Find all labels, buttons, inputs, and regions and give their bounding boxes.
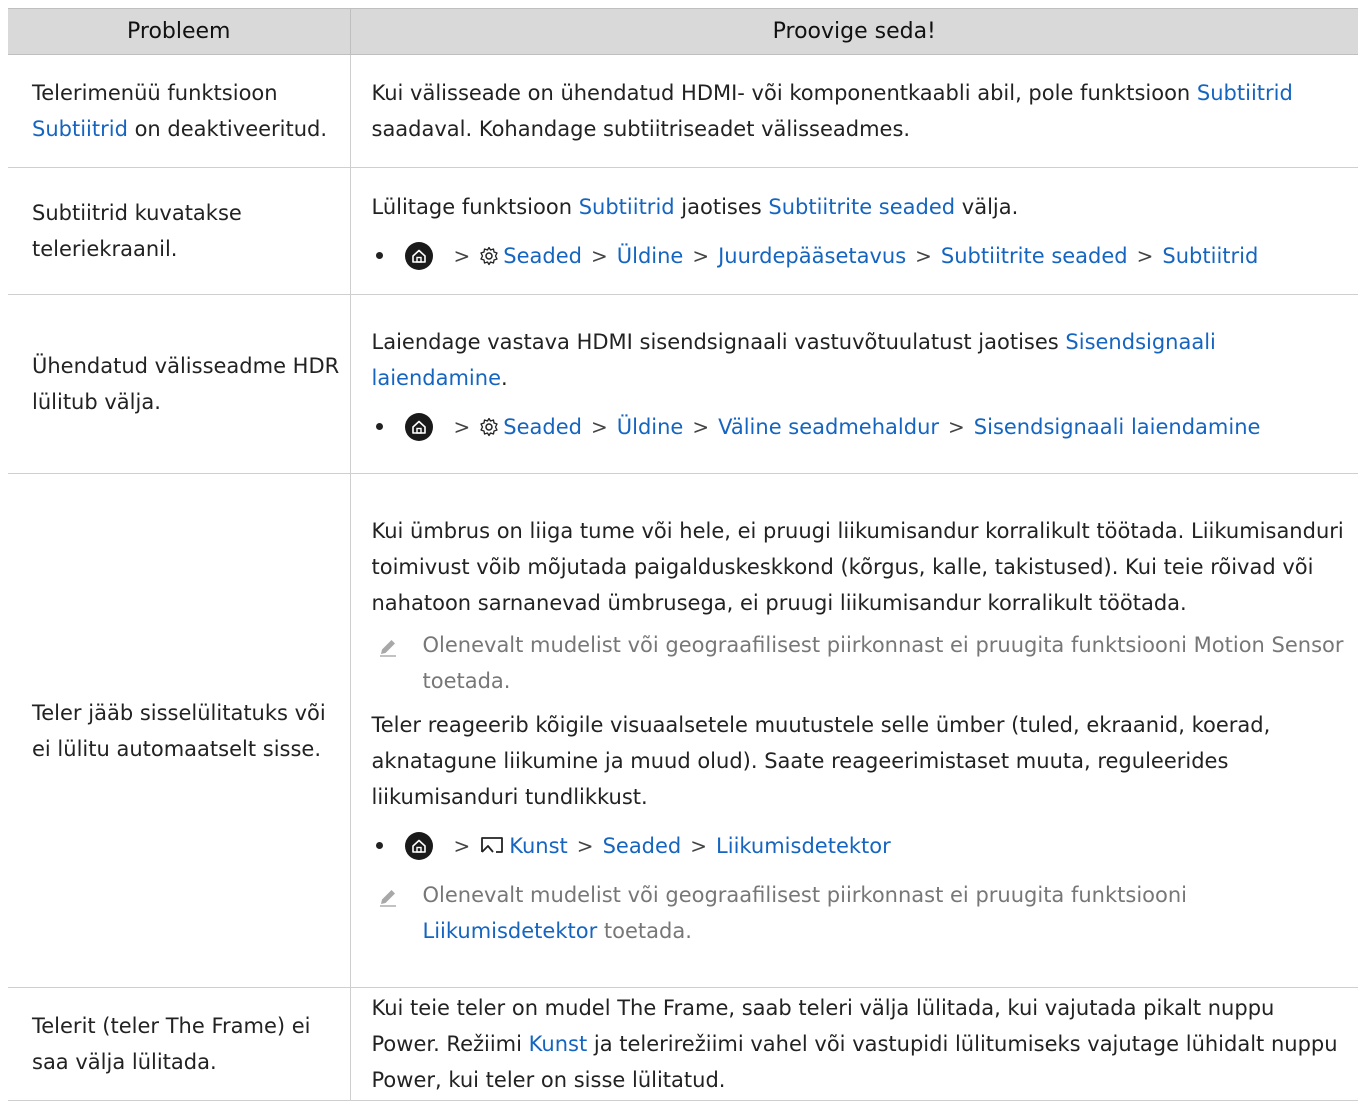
table-row: Ühendatud välisseadme HDR lülitub välja.… <box>8 294 1358 474</box>
path-input-signal-plus[interactable]: Sisendsignaali laiendamine <box>974 409 1261 445</box>
menu-path: > Seaded > Üldine > Väline seadmehaldur … <box>375 409 1349 445</box>
problem-cell: Subtiitrid kuvatakse teleriekraanil. <box>8 167 351 295</box>
problem-text: Telerimenüü funktsioon <box>32 81 278 105</box>
path-device-manager[interactable]: Väline seadmehaldur <box>718 409 939 445</box>
solution-text: välja. <box>955 194 1019 219</box>
note: Olenevalt mudelist või geograafilisest p… <box>372 877 1349 949</box>
chevron-right-icon: > <box>453 414 471 439</box>
bullet-icon <box>375 252 383 259</box>
note-text: Olenevalt mudelist või geograafilisest p… <box>422 632 1344 693</box>
solution-text: Kui välisseade on ühendatud HDMI- või ko… <box>371 81 1197 105</box>
subtitles-link[interactable]: Subtiitrid <box>579 195 675 219</box>
art-mode-icon <box>479 835 505 857</box>
problem-cell: Telerimenüü funktsioon Subtiitrid on dea… <box>8 54 351 168</box>
chevron-right-icon: > <box>1136 243 1154 268</box>
solution-cell: Kui välisseade on ühendatud HDMI- või ko… <box>350 54 1358 168</box>
troubleshooting-table-wrap: Probleem Proovige seda! Telerimenüü funk… <box>8 8 1358 1101</box>
table-row: Telerit (teler The Frame) ei saa välja l… <box>8 987 1358 1101</box>
table-header-row: Probleem Proovige seda! <box>8 8 1358 55</box>
gear-icon <box>479 246 499 266</box>
solution-text: Lülitage funktsioon <box>371 194 579 219</box>
solution-text: jaotises <box>674 194 769 219</box>
home-icon <box>404 241 433 270</box>
path-accessibility[interactable]: Juurdepääsetavus <box>718 238 906 274</box>
solution-cell: Laiendage vastava HDMI sisendsignaali va… <box>350 294 1358 474</box>
bullet-icon <box>375 423 383 430</box>
path-settings[interactable]: Seaded <box>503 409 582 445</box>
solution-text: Laiendage vastava HDMI sisendsignaali va… <box>371 329 1066 354</box>
solution-cell: Lülitage funktsioon Subtiitrid jaotises … <box>350 167 1358 295</box>
note: Olenevalt mudelist või geograafilisest p… <box>372 627 1349 699</box>
bullet-icon <box>375 842 383 849</box>
path-settings[interactable]: Seaded <box>503 238 582 274</box>
solution-text: saadaval. Kohandage subtiitriseadet väli… <box>371 117 911 141</box>
path-motion-detector[interactable]: Liikumisdetektor <box>716 828 891 864</box>
table-row: Subtiitrid kuvatakse teleriekraanil. Lül… <box>8 167 1358 295</box>
gear-icon <box>479 417 499 437</box>
chevron-right-icon: > <box>576 833 594 858</box>
troubleshooting-table: Probleem Proovige seda! Telerimenüü funk… <box>8 8 1358 1101</box>
problem-cell: Teler jääb sisselülitatuks või ei lülitu… <box>8 473 351 988</box>
solution-text: . <box>501 365 508 390</box>
subtitles-link[interactable]: Subtiitrid <box>1197 81 1293 105</box>
home-icon <box>404 412 433 441</box>
path-general[interactable]: Üldine <box>617 409 684 445</box>
pencil-icon <box>377 877 407 949</box>
path-general[interactable]: Üldine <box>617 238 684 274</box>
solution-cell: Kui teie teler on mudel The Frame, saab … <box>350 987 1358 1101</box>
problem-cell: Telerit (teler The Frame) ei saa välja l… <box>8 987 351 1101</box>
motion-detector-link[interactable]: Liikumisdetektor <box>423 919 598 943</box>
solution-paragraph: Teler reageerib kõigile visuaalsetele mu… <box>371 712 1271 809</box>
problem-text: on deaktiveeritud. <box>127 117 328 141</box>
chevron-right-icon: > <box>690 833 708 858</box>
path-settings[interactable]: Seaded <box>603 828 682 864</box>
path-art[interactable]: Kunst <box>509 828 568 864</box>
chevron-right-icon: > <box>590 243 608 268</box>
menu-path: > Kunst > Seaded > Liikumisdetektor <box>375 828 1349 864</box>
chevron-right-icon: > <box>453 833 471 858</box>
problem-cell: Ühendatud välisseadme HDR lülitub välja. <box>8 294 351 474</box>
subtitles-link[interactable]: Subtiitrid <box>32 117 128 141</box>
art-link[interactable]: Kunst <box>529 1032 588 1056</box>
table-row: Teler jääb sisselülitatuks või ei lülitu… <box>8 473 1358 988</box>
table-row: Telerimenüü funktsioon Subtiitrid on dea… <box>8 54 1358 168</box>
note-text: Olenevalt mudelist või geograafilisest p… <box>422 882 1188 943</box>
pencil-icon <box>377 627 407 699</box>
chevron-right-icon: > <box>453 243 471 268</box>
header-problem: Probleem <box>8 8 351 55</box>
header-solution: Proovige seda! <box>350 8 1358 55</box>
path-subtitles[interactable]: Subtiitrid <box>1162 238 1258 274</box>
path-subtitle-settings[interactable]: Subtiitrite seaded <box>941 238 1128 274</box>
chevron-right-icon: > <box>692 414 710 439</box>
chevron-right-icon: > <box>948 414 965 439</box>
solution-paragraph: Kui ümbrus on liiga tume või hele, ei pr… <box>371 518 1344 615</box>
chevron-right-icon: > <box>590 414 608 439</box>
chevron-right-icon: > <box>692 243 710 268</box>
chevron-right-icon: > <box>915 243 932 268</box>
subtitle-settings-link[interactable]: Subtiitrite seaded <box>768 195 955 219</box>
solution-cell: Kui ümbrus on liiga tume või hele, ei pr… <box>350 473 1358 988</box>
menu-path: > Seaded > Üldine > Juurdepääsetavus > S… <box>375 238 1349 274</box>
home-icon <box>404 831 433 860</box>
